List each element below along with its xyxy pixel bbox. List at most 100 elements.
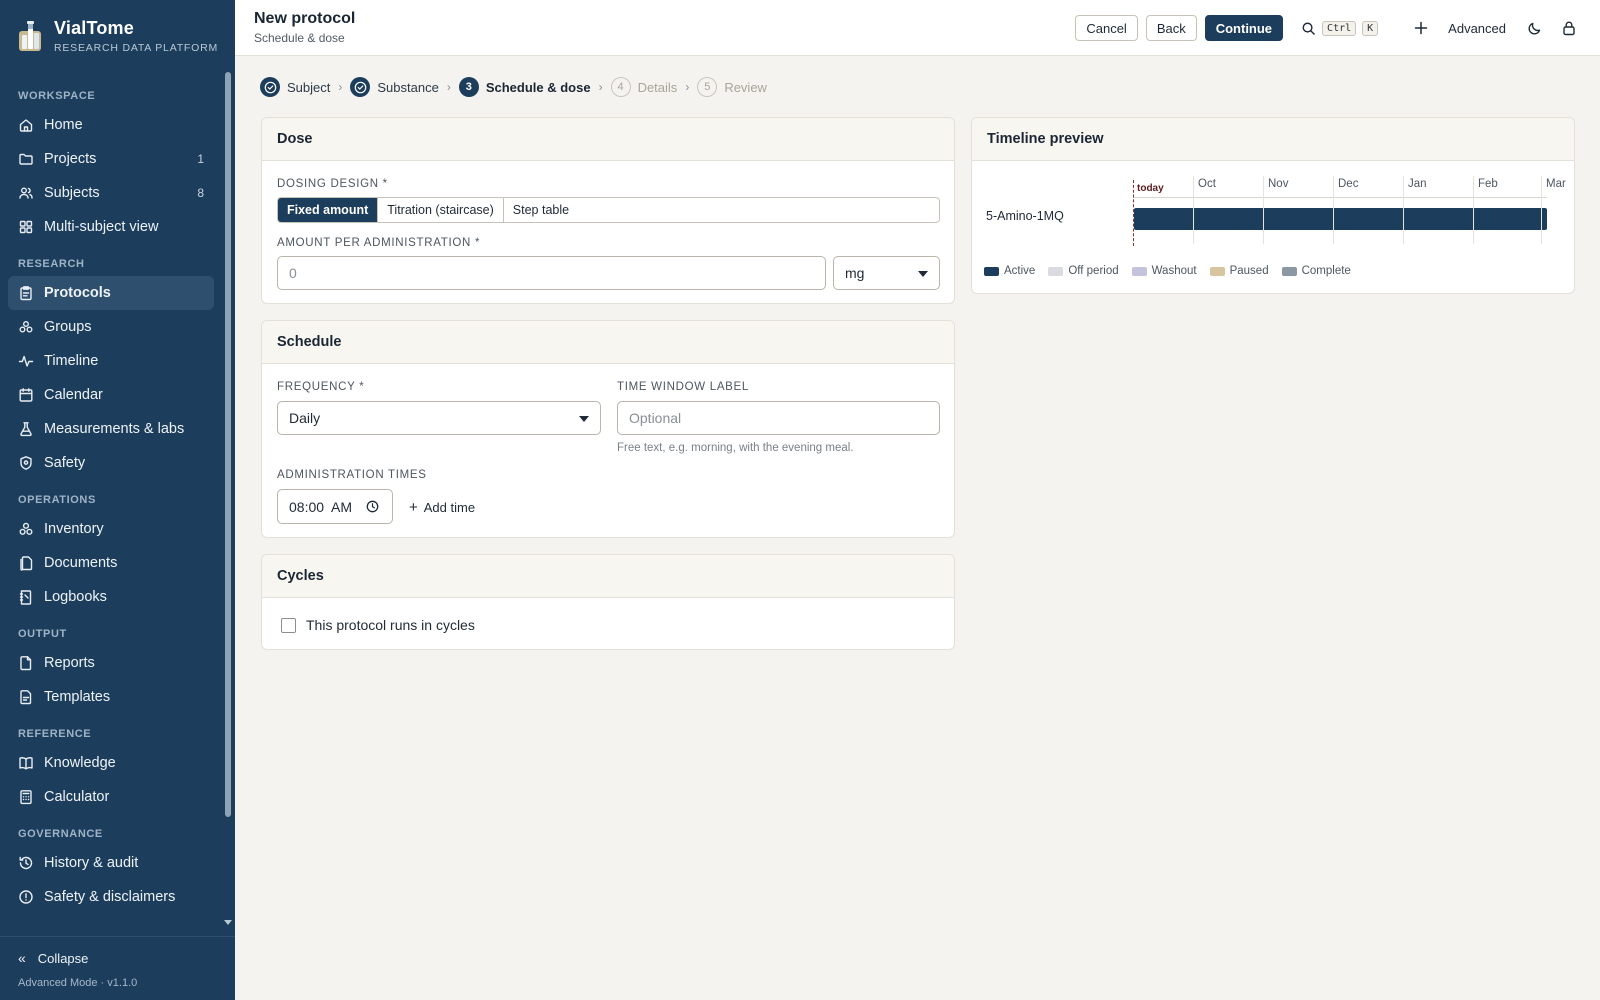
legend-item-off-period: Off period xyxy=(1048,265,1119,277)
time-window-input[interactable]: Optional xyxy=(617,401,940,435)
sidebar-item-groups[interactable]: Groups xyxy=(8,310,214,344)
sidebar-item-timeline[interactable]: Timeline xyxy=(8,344,214,378)
timeline-axis xyxy=(1133,197,1547,198)
timeline-gridline xyxy=(1403,176,1404,244)
legend-item-washout: Washout xyxy=(1131,265,1197,277)
time-window-label: TIME WINDOW LABEL xyxy=(617,381,750,393)
sidebar-item-reports[interactable]: Reports xyxy=(8,646,214,680)
sidebar-item-home[interactable]: Home xyxy=(8,108,214,142)
sidebar-item-subjects[interactable]: Subjects 8 xyxy=(8,176,214,210)
sidebar-item-label: Calculator xyxy=(44,789,110,805)
sidebar-item-projects[interactable]: Projects 1 xyxy=(8,142,214,176)
collapse-button[interactable]: « Collapse xyxy=(0,943,235,973)
dosing-option-step-table[interactable]: Step table xyxy=(504,198,578,222)
check-circle-icon xyxy=(260,77,280,97)
sidebar-item-inventory[interactable]: Inventory xyxy=(8,512,214,546)
top-header: New protocol Schedule & dose Cancel Back… xyxy=(235,0,1600,56)
sidebar-item-label: Knowledge xyxy=(44,755,116,771)
caret-down-icon xyxy=(918,271,928,277)
legend-label: Washout xyxy=(1151,265,1197,277)
shield-icon xyxy=(20,456,32,470)
theme-toggle-button[interactable] xyxy=(1518,20,1552,36)
sidebar-item-label: Timeline xyxy=(44,353,99,369)
sidebar-item-safety-disclaimers[interactable]: Safety & disclaimers xyxy=(8,880,214,914)
step-review: 5 Review xyxy=(697,77,767,97)
step-number-badge: 4 xyxy=(610,77,631,97)
calculator-icon xyxy=(20,790,32,805)
step-schedule-dose[interactable]: 3 Schedule & dose xyxy=(458,77,591,97)
dosing-option-titration-staircase[interactable]: Titration (staircase) xyxy=(378,198,504,222)
timeline-month-label: Nov xyxy=(1268,178,1289,190)
sidebar-item-multi-subject-view[interactable]: Multi-subject view xyxy=(8,210,214,244)
cycles-card-title: Cycles xyxy=(262,555,954,598)
add-button[interactable] xyxy=(1404,20,1438,36)
sidebar-item-count: 8 xyxy=(197,186,204,200)
caret-down-icon xyxy=(579,416,589,422)
sidebar-item-label: Inventory xyxy=(44,521,104,537)
clipboard-icon xyxy=(20,286,32,301)
legend-swatch xyxy=(984,266,999,276)
sidebar-item-measurements-labs[interactable]: Measurements & labs xyxy=(8,412,214,446)
legend-swatch xyxy=(1131,266,1147,276)
page-subtitle: Schedule & dose xyxy=(254,31,345,45)
nav-section-heading: WORKSPACE xyxy=(18,90,96,102)
sidebar-item-documents[interactable]: Documents xyxy=(8,546,214,580)
sidebar-item-history-audit[interactable]: History & audit xyxy=(8,846,214,880)
step-label: Substance xyxy=(377,79,439,95)
sidebar-item-safety[interactable]: Safety xyxy=(8,446,214,480)
cycles-checkbox[interactable] xyxy=(281,617,296,633)
amount-label: AMOUNT PER ADMINISTRATION * xyxy=(277,237,481,249)
sidebar-item-label: Subjects xyxy=(44,185,100,201)
wizard-stepper: Subject › Substance › 3 Schedule & dose › 4 Deta… xyxy=(260,76,767,98)
plus-icon: + xyxy=(409,499,418,516)
dosing-option-fixed-amount[interactable]: Fixed amount xyxy=(278,198,379,222)
cancel-button[interactable]: Cancel xyxy=(1075,15,1138,41)
folder-icon xyxy=(19,153,33,165)
add-time-button[interactable]: + Add time xyxy=(409,499,475,516)
sidebar-item-label: Safety xyxy=(44,455,86,471)
sidebar-item-label: History & audit xyxy=(44,855,139,871)
sidebar-item-calendar[interactable]: Calendar xyxy=(8,378,214,412)
scroll-down-arrow-icon[interactable] xyxy=(224,920,232,925)
home-icon xyxy=(19,119,33,132)
frequency-select[interactable]: Daily xyxy=(277,401,601,435)
timeline-month-label: Mar xyxy=(1546,178,1566,190)
cycles-checkbox-row[interactable]: This protocol runs in cycles xyxy=(281,617,475,633)
search-icon xyxy=(1302,22,1315,35)
timeline-active-bar[interactable] xyxy=(1134,208,1547,230)
dose-card: Dose DOSING DESIGN * Fixed amount Titrati… xyxy=(261,117,955,304)
command-search-button[interactable]: Ctrl K xyxy=(1301,20,1384,36)
sidebar-item-logbooks[interactable]: Logbooks xyxy=(8,580,214,614)
timeline-preview-title: Timeline preview xyxy=(972,118,1574,161)
nav-section-heading: OUTPUT xyxy=(18,628,67,640)
unit-select[interactable]: mg xyxy=(833,256,940,290)
step-subject[interactable]: Subject xyxy=(260,77,330,97)
sidebar-item-label: Logbooks xyxy=(44,589,107,605)
back-button[interactable]: Back xyxy=(1145,15,1197,41)
sidebar-scrollbar[interactable] xyxy=(225,72,231,932)
sidebar-item-knowledge[interactable]: Knowledge xyxy=(8,746,214,780)
logbook-icon xyxy=(19,590,32,605)
step-label: Subject xyxy=(287,79,331,95)
legend-label: Paused xyxy=(1229,265,1269,277)
sidebar-item-protocols[interactable]: Protocols xyxy=(8,276,214,310)
dose-card-title: Dose xyxy=(262,118,954,161)
continue-button[interactable]: Continue xyxy=(1204,15,1284,41)
vial-logo-icon xyxy=(19,21,41,51)
sidebar-scrollbar-thumb[interactable] xyxy=(225,72,231,817)
timeline-gridline xyxy=(1193,176,1194,244)
amount-input[interactable]: 0 xyxy=(277,256,826,290)
lock-button[interactable] xyxy=(1552,20,1586,36)
sidebar-footer: « Collapse Advanced Mode · v1.1.0 xyxy=(0,936,235,1000)
advanced-mode-toggle[interactable]: Advanced xyxy=(1448,21,1506,36)
history-icon xyxy=(19,856,33,870)
version-label: Advanced Mode · v1.1.0 xyxy=(18,977,138,989)
sidebar: VialTome RESEARCH DATA PLATFORM WORKSPAC… xyxy=(0,0,235,1000)
brand[interactable]: VialTome RESEARCH DATA PLATFORM xyxy=(0,0,235,72)
sidebar-item-templates[interactable]: Templates xyxy=(8,680,214,714)
clock-icon[interactable] xyxy=(366,500,379,513)
step-separator-chevron-icon: › xyxy=(338,80,343,94)
sidebar-item-calculator[interactable]: Calculator xyxy=(8,780,214,814)
administration-time-input[interactable]: 08:00 AM xyxy=(277,489,393,524)
step-substance[interactable]: Substance xyxy=(350,77,439,97)
